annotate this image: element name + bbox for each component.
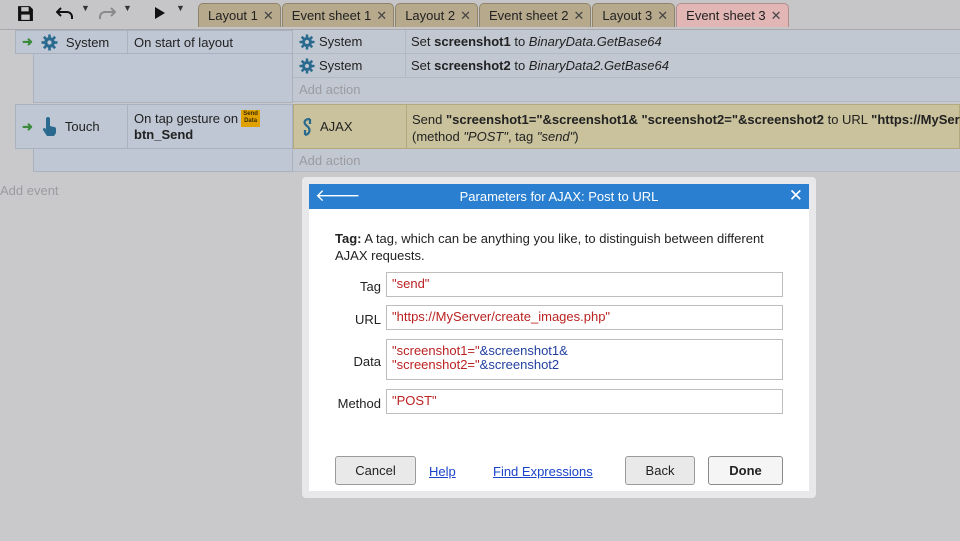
condition-text-cell[interactable]: On start of layout (127, 30, 293, 54)
undo-icon[interactable] (54, 2, 76, 24)
action-object-name: System (319, 58, 363, 73)
close-icon[interactable]: ✕ (573, 8, 584, 24)
tab-label: Layout 3 (602, 8, 653, 23)
cancel-button[interactable]: Cancel (335, 456, 416, 485)
event-block[interactable]: ➜ System On start of layout System Set s… (15, 30, 960, 103)
ajax-parameters-dialog: 🡐 Parameters for AJAX: Post to URL ✕ Tag… (302, 177, 816, 498)
add-event-link[interactable]: Add event (0, 183, 59, 198)
event-block[interactable]: ➜ Touch On tap gesture on Send Data btn_… (15, 104, 960, 172)
save-icon[interactable] (14, 2, 36, 24)
data-field[interactable]: "screenshot1="&screenshot1& "screenshot2… (386, 339, 783, 380)
tab-event-sheet-1[interactable]: Event sheet 1 ✕ (281, 3, 395, 27)
close-icon[interactable]: ✕ (657, 8, 668, 24)
add-action-link[interactable]: Add action (293, 78, 960, 102)
action-text: Send "screenshot1="&screenshot1& "screen… (412, 112, 960, 144)
help-link[interactable]: Help (429, 464, 456, 479)
redo-icon[interactable] (96, 2, 118, 24)
condition-object-cell[interactable]: ➜ System (15, 30, 128, 54)
condition-empty-area (33, 54, 293, 103)
method-label: Method (337, 396, 381, 411)
close-icon[interactable]: ✕ (771, 8, 782, 24)
tab-layout-1[interactable]: Layout 1 ✕ (198, 3, 281, 27)
done-button[interactable]: Done (708, 456, 783, 485)
tag-field[interactable]: "send" (386, 272, 783, 297)
touch-hand-icon (42, 116, 56, 136)
find-expressions-link[interactable]: Find Expressions (493, 464, 593, 479)
tab-event-sheet-2[interactable]: Event sheet 2 ✕ (478, 3, 592, 27)
url-field[interactable]: "https://MyServer/create_images.php" (386, 305, 783, 330)
tab-event-sheet-3[interactable]: Event sheet 3 ✕ (676, 3, 789, 27)
close-icon[interactable]: ✕ (263, 8, 274, 24)
ajax-icon (301, 117, 315, 139)
undo-dropdown-icon[interactable]: ▼ (81, 3, 90, 13)
dialog-title: Parameters for AJAX: Post to URL (459, 189, 659, 204)
condition-object-cell[interactable]: ➜ Touch (15, 104, 128, 149)
add-action-label: Add action (299, 152, 361, 168)
close-icon[interactable]: ✕ (460, 8, 471, 24)
dialog-body: 🡐 Parameters for AJAX: Post to URL ✕ Tag… (309, 184, 809, 491)
url-label: URL (354, 312, 381, 327)
condition-object-name: System (65, 34, 110, 50)
condition-object-name: Touch (64, 119, 100, 134)
add-action-label: Add action (299, 82, 361, 97)
condition-text: On tap gesture on (134, 110, 239, 126)
close-icon[interactable]: ✕ (376, 8, 387, 24)
condition-target: btn_Send (134, 127, 194, 142)
add-action-link[interactable]: Add action (293, 149, 960, 172)
tab-layout-2[interactable]: Layout 2 ✕ (395, 3, 478, 27)
tab-label: Event sheet 3 (686, 8, 766, 23)
action-object-name: System (319, 34, 363, 49)
action-text: Set screenshot2 to BinaryData2.GetBase64 (411, 58, 669, 73)
toolbar: ▼ ▼ ▼ Layout 1 ✕ Event sheet 1 ✕ Layout 2 ✕… (0, 0, 960, 30)
action-row[interactable]: System Set screenshot2 to BinaryData2.Ge… (293, 54, 960, 78)
action-text: Set screenshot1 to BinaryData.GetBase64 (411, 34, 662, 49)
back-button[interactable]: Back (625, 456, 695, 485)
parameter-description: Tag: A tag, which can be anything you li… (335, 231, 764, 263)
gear-icon (299, 34, 315, 53)
back-arrow-icon[interactable]: 🡐 (315, 186, 361, 206)
action-object-name: AJAX (320, 119, 353, 134)
redo-dropdown-icon[interactable]: ▼ (123, 3, 132, 13)
tab-layout-3[interactable]: Layout 3 ✕ (592, 3, 676, 27)
dialog-title-bar: 🡐 Parameters for AJAX: Post to URL ✕ (309, 184, 809, 209)
condition-text: On start of layout (134, 34, 233, 50)
arrow-right-icon: ➜ (22, 34, 33, 49)
gear-icon (299, 58, 315, 77)
close-icon[interactable]: ✕ (789, 186, 803, 206)
data-label: Data (353, 354, 381, 369)
action-row[interactable]: System Set screenshot1 to BinaryData.Get… (293, 30, 960, 54)
tab-label: Event sheet 2 (488, 8, 569, 23)
tab-label: Layout 1 (208, 8, 258, 23)
method-field[interactable]: "POST" (386, 389, 783, 414)
tab-bar: Layout 1 ✕ Event sheet 1 ✕ Layout 2 ✕ Event… (198, 3, 790, 27)
action-row[interactable]: AJAX Send "screenshot1="&screenshot1& "s… (293, 104, 960, 150)
tab-label: Event sheet 1 (291, 8, 372, 23)
condition-text-cell[interactable]: On tap gesture on Send Data btn_Send (127, 104, 293, 149)
arrow-right-icon: ➜ (22, 118, 33, 134)
condition-empty-area (33, 149, 293, 172)
tab-label: Layout 2 (405, 8, 456, 23)
tag-label: Tag (360, 279, 381, 294)
play-icon[interactable] (151, 2, 169, 24)
play-dropdown-icon[interactable]: ▼ (176, 3, 185, 13)
gear-icon (41, 34, 58, 50)
send-data-badge: Send Data (241, 110, 261, 127)
